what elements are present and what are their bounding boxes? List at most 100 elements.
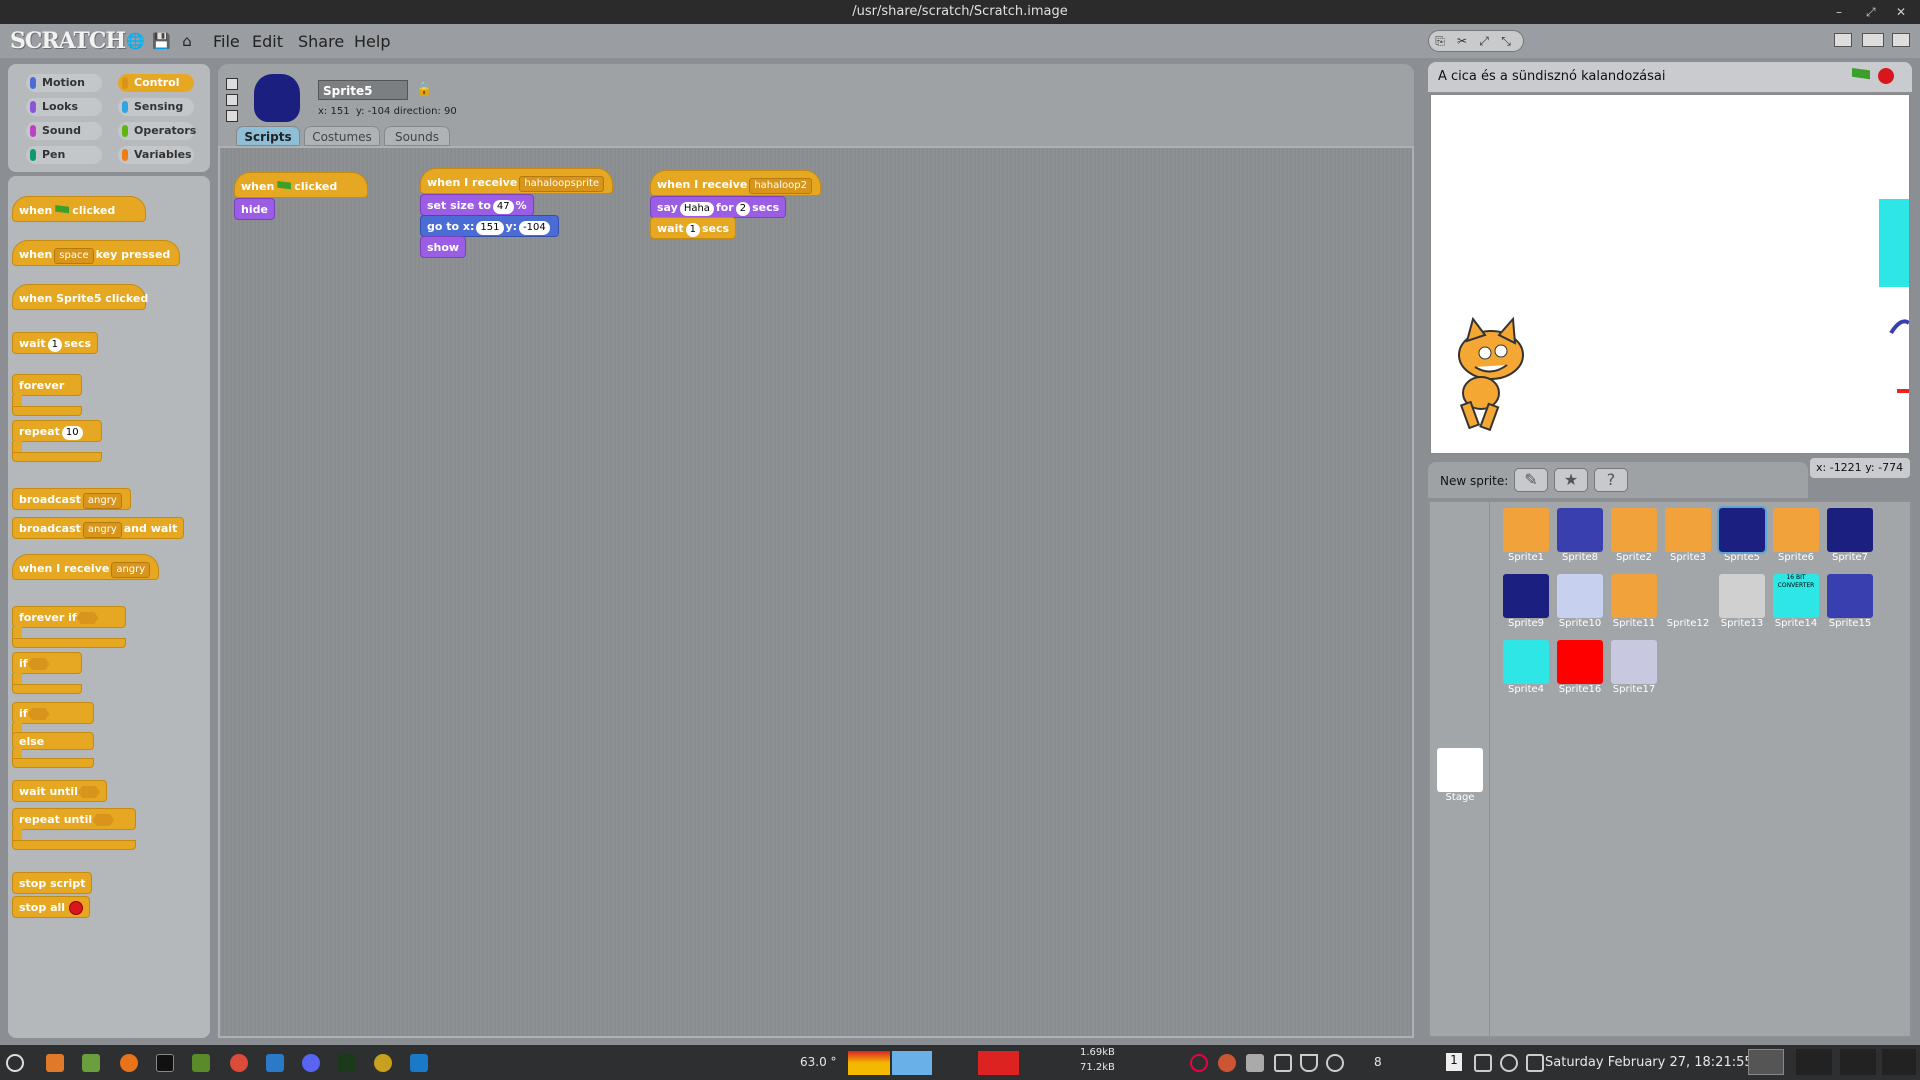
normal-stage-icon[interactable] bbox=[1862, 33, 1884, 47]
condition-slot[interactable] bbox=[77, 786, 100, 798]
wait-secs-block[interactable]: wait 1 secs bbox=[12, 332, 99, 354]
forever-if-block[interactable]: forever if bbox=[12, 606, 126, 628]
wait-until-block[interactable]: wait until bbox=[12, 780, 107, 802]
message-dropdown[interactable]: hahaloopsprite bbox=[519, 176, 605, 192]
tray-shield-icon[interactable] bbox=[1300, 1054, 1318, 1072]
repeat-block[interactable]: repeat 10 bbox=[12, 420, 102, 442]
message-dropdown[interactable]: hahaloop2 bbox=[749, 178, 812, 194]
tray-firefox-icon[interactable] bbox=[1218, 1054, 1236, 1072]
sprite-thumbnail[interactable]: Sprite3 bbox=[1662, 508, 1714, 563]
vscode-icon[interactable] bbox=[410, 1054, 428, 1072]
category-motion[interactable]: Motion bbox=[26, 74, 102, 92]
tray-sound-icon[interactable] bbox=[1526, 1054, 1544, 1072]
scratch-taskbar-icon[interactable] bbox=[374, 1054, 392, 1072]
wait-input[interactable]: 1 bbox=[47, 338, 62, 352]
rotate-style-full-icon[interactable] bbox=[226, 78, 238, 90]
script-when-flag-hat[interactable]: when clicked bbox=[234, 172, 368, 198]
firefox-icon[interactable] bbox=[120, 1054, 138, 1072]
when-flag-clicked-block[interactable]: when clicked bbox=[12, 196, 146, 222]
presentation-mode-icon[interactable] bbox=[1892, 33, 1910, 47]
chrome-icon[interactable] bbox=[230, 1054, 248, 1072]
stage-thumbnail[interactable]: Stage bbox=[1434, 748, 1486, 803]
script-show-block[interactable]: show bbox=[420, 236, 467, 258]
stop-all-block[interactable]: stop all bbox=[12, 896, 91, 918]
hedgehog-sprite-partial[interactable] bbox=[1889, 319, 1909, 335]
category-looks[interactable]: Looks bbox=[26, 98, 102, 116]
script-set-size-block[interactable]: set size to 47% bbox=[420, 194, 534, 216]
sprite-thumbnail[interactable]: Sprite17 bbox=[1608, 640, 1660, 695]
secs-input[interactable]: 2 bbox=[735, 202, 751, 216]
sprite-thumbnail[interactable]: Sprite4 bbox=[1500, 640, 1552, 695]
say-input[interactable]: Haha bbox=[679, 202, 714, 216]
workspace-2-preview[interactable] bbox=[1796, 1049, 1832, 1075]
close-button[interactable]: ✕ bbox=[1896, 0, 1906, 24]
sprite-thumbnail[interactable]: Sprite6 bbox=[1770, 508, 1822, 563]
repeat-input[interactable]: 10 bbox=[61, 426, 83, 440]
key-dropdown[interactable]: space bbox=[54, 248, 94, 264]
tab-sounds[interactable]: Sounds bbox=[384, 126, 450, 146]
forever-block[interactable]: forever bbox=[12, 374, 82, 396]
sprite-thumbnail[interactable]: 16 BIT CONVERTER Sprite14 bbox=[1770, 574, 1822, 629]
tray-clipboard-icon[interactable] bbox=[1274, 1054, 1292, 1072]
message-dropdown[interactable]: angry bbox=[82, 493, 122, 509]
menu-help[interactable]: Help bbox=[354, 32, 390, 51]
discord-icon[interactable] bbox=[302, 1054, 320, 1072]
sprite-thumbnail[interactable]: Sprite16 bbox=[1554, 640, 1606, 695]
grow-tool-icon[interactable]: ⤢ bbox=[1473, 31, 1495, 51]
sprite-thumbnail[interactable]: Sprite2 bbox=[1608, 508, 1660, 563]
language-globe-icon[interactable]: 🌐 bbox=[126, 32, 145, 50]
script-hide-block[interactable]: hide bbox=[234, 198, 275, 220]
script-when-receive-hat[interactable]: when I receive hahaloopsprite bbox=[420, 168, 614, 194]
tray-network-icon[interactable] bbox=[1500, 1054, 1518, 1072]
script-when-receive-hat-2[interactable]: when I receive hahaloop2 bbox=[650, 170, 821, 196]
random-sprite-icon[interactable]: ? bbox=[1594, 468, 1628, 492]
menu-edit[interactable]: Edit bbox=[252, 32, 283, 51]
folder-icon[interactable] bbox=[192, 1054, 210, 1072]
apps-grid-icon[interactable] bbox=[46, 1054, 64, 1072]
menu-share[interactable]: Share bbox=[298, 32, 344, 51]
size-input[interactable]: 47 bbox=[492, 200, 514, 214]
sprite-thumbnail[interactable]: Sprite11 bbox=[1608, 574, 1660, 629]
message-dropdown[interactable]: angry bbox=[82, 522, 122, 538]
condition-slot[interactable] bbox=[27, 708, 50, 720]
x-input[interactable]: 151 bbox=[476, 221, 504, 235]
category-sensing[interactable]: Sensing bbox=[118, 98, 194, 116]
y-input[interactable]: -104 bbox=[519, 221, 550, 235]
red-sprite-partial[interactable] bbox=[1897, 389, 1910, 393]
sprite-thumbnail[interactable]: Sprite13 bbox=[1716, 574, 1768, 629]
repeat-until-block[interactable]: repeat until bbox=[12, 808, 136, 830]
when-key-pressed-block[interactable]: when space key pressed bbox=[12, 240, 180, 266]
if-else-block[interactable]: if bbox=[12, 702, 94, 724]
category-control[interactable]: Control bbox=[118, 74, 194, 92]
shrink-tool-icon[interactable]: ⤡ bbox=[1495, 31, 1517, 51]
sprite-thumbnail[interactable]: Sprite9 bbox=[1500, 574, 1552, 629]
save-icon[interactable]: 💾 bbox=[152, 32, 171, 50]
script-goto-block[interactable]: go to x: 151 y: -104 bbox=[420, 215, 559, 237]
sprite-thumbnail[interactable]: Sprite10 bbox=[1554, 574, 1606, 629]
condition-slot[interactable] bbox=[76, 612, 99, 624]
delete-tool-icon[interactable]: ✂ bbox=[1451, 31, 1473, 51]
maximize-button[interactable]: ⤢ bbox=[1866, 0, 1876, 24]
stop-script-block[interactable]: stop script bbox=[12, 872, 93, 894]
choose-sprite-file-icon[interactable]: ★ bbox=[1554, 468, 1588, 492]
menu-file[interactable]: File bbox=[213, 32, 240, 51]
category-variables[interactable]: Variables bbox=[118, 146, 194, 164]
rotate-style-flip-icon[interactable] bbox=[226, 94, 238, 106]
if-block[interactable]: if bbox=[12, 652, 82, 674]
tray-discord-icon[interactable] bbox=[1246, 1054, 1264, 1072]
sprite-thumbnail[interactable]: Sprite15 bbox=[1824, 574, 1876, 629]
workspace-4-preview[interactable] bbox=[1882, 1049, 1916, 1075]
stop-button[interactable] bbox=[1878, 68, 1894, 84]
scripts-area[interactable]: when clicked hide when I receive hahaloops… bbox=[218, 146, 1414, 1038]
stage[interactable] bbox=[1430, 94, 1910, 454]
category-pen[interactable]: Pen bbox=[26, 146, 102, 164]
script-wait-block[interactable]: wait 1 secs bbox=[650, 217, 737, 239]
cyan-sprite[interactable] bbox=[1879, 199, 1910, 287]
workspace-1-preview[interactable] bbox=[1748, 1049, 1784, 1075]
lock-icon[interactable]: 🔒 bbox=[416, 82, 432, 97]
share-icon[interactable]: ⌂ bbox=[178, 32, 196, 50]
when-i-receive-block[interactable]: when I receive angry bbox=[12, 554, 160, 580]
workspace-3-preview[interactable] bbox=[1840, 1049, 1876, 1075]
terminal-icon[interactable] bbox=[156, 1054, 174, 1072]
minimize-button[interactable]: – bbox=[1836, 0, 1842, 24]
